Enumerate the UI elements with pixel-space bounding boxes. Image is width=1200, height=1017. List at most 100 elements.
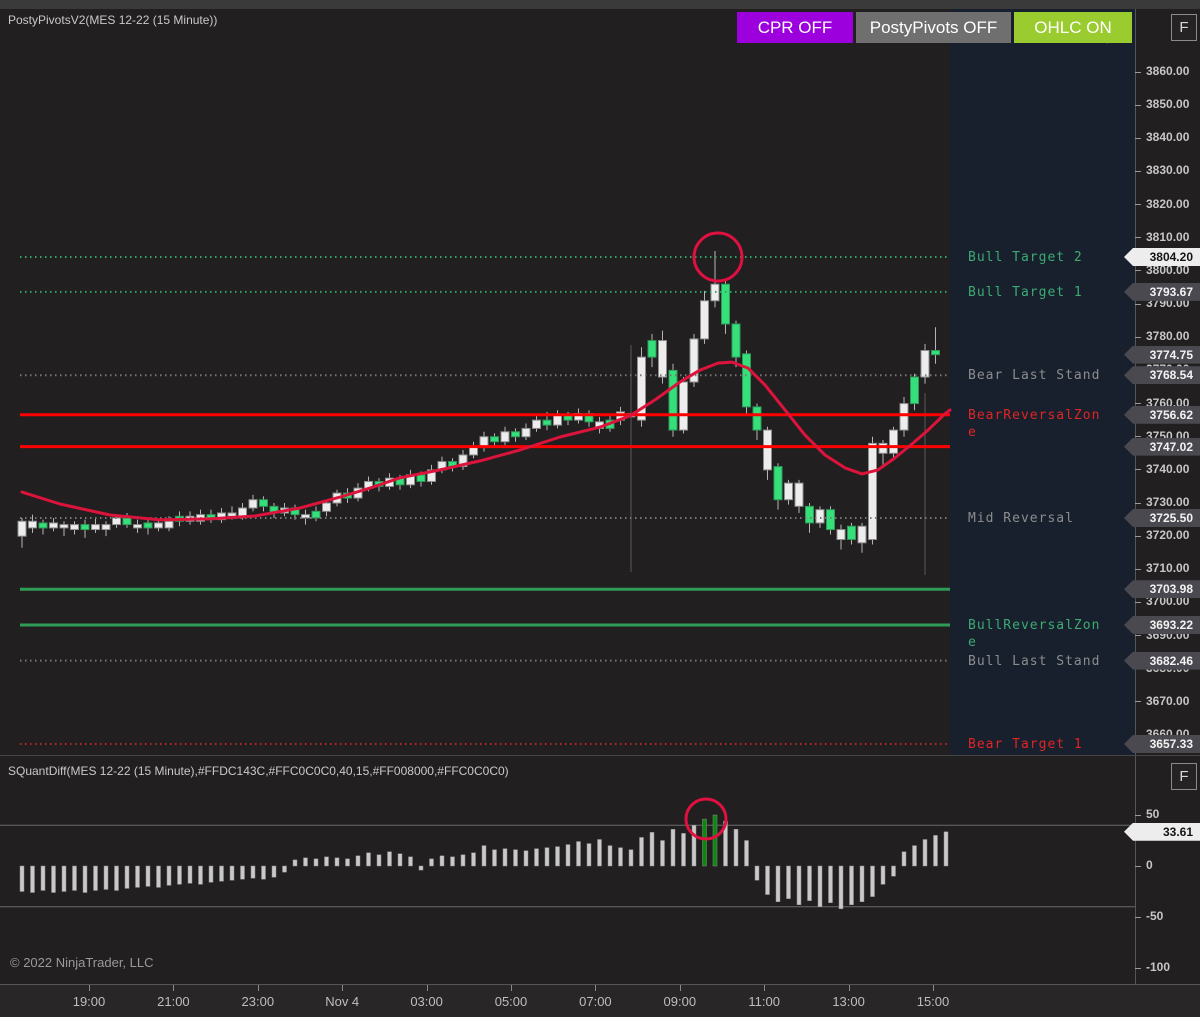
histogram-bar xyxy=(335,858,339,866)
histogram-bar xyxy=(472,853,476,866)
time-axis-label: 19:00 xyxy=(73,994,106,1009)
candlestick xyxy=(816,510,824,523)
histogram-bar xyxy=(545,848,549,866)
price-axis-tick xyxy=(1135,304,1141,305)
candlestick xyxy=(680,382,688,430)
toolbar-button-postypivots[interactable]: PostyPivots OFF xyxy=(856,12,1011,43)
pane-separator[interactable] xyxy=(0,755,1200,756)
histogram-bar xyxy=(797,866,801,905)
candlestick xyxy=(879,443,887,453)
indicator-axis-tick-label: -100 xyxy=(1146,960,1170,974)
histogram-bar xyxy=(419,866,423,870)
candlestick xyxy=(50,523,58,528)
candlestick xyxy=(869,443,877,539)
price-axis-tick-label: 3780.00 xyxy=(1146,329,1189,343)
histogram-bar xyxy=(902,852,906,866)
candlestick xyxy=(29,521,37,528)
time-axis-label: 21:00 xyxy=(157,994,190,1009)
chart-window: PostyPivotsV2(MES 12-22 (15 Minute)) ➔ F… xyxy=(0,0,1200,1017)
price-axis-tick xyxy=(1135,701,1141,702)
histogram-bar xyxy=(493,850,497,866)
level-label: Bull Last Stand xyxy=(968,653,1104,670)
histogram-bar xyxy=(262,866,266,879)
time-axis[interactable]: 19:0021:0023:00Nov 403:0005:0007:0009:00… xyxy=(0,984,1200,1017)
time-axis-label: 15:00 xyxy=(917,994,950,1009)
candlestick xyxy=(501,432,509,442)
histogram-bar xyxy=(20,866,24,892)
candlestick xyxy=(512,432,520,437)
candlestick xyxy=(701,301,709,339)
candlestick xyxy=(417,475,425,482)
histogram-bar xyxy=(650,832,654,866)
histogram-bar xyxy=(409,857,413,866)
histogram-bar xyxy=(881,866,885,884)
histogram-bar xyxy=(755,866,759,880)
candlestick xyxy=(18,521,26,536)
price-axis-tick xyxy=(1135,635,1141,636)
candlestick xyxy=(522,428,530,436)
candlestick xyxy=(911,377,919,404)
time-axis-tick xyxy=(849,985,850,991)
candlestick xyxy=(543,420,551,425)
histogram-bar xyxy=(73,866,77,890)
price-axis-tick xyxy=(1135,503,1141,504)
price-badge: 3657.33 xyxy=(1124,735,1200,753)
histogram-bar xyxy=(661,841,665,867)
price-axis-tick xyxy=(1135,436,1141,437)
price-axis-tick xyxy=(1135,569,1141,570)
histogram-bar xyxy=(619,848,623,866)
candlestick xyxy=(533,420,541,428)
candlestick xyxy=(858,526,866,543)
histogram-bar xyxy=(293,860,297,866)
level-label: BullReversalZone xyxy=(968,617,1104,651)
time-axis-label: Nov 4 xyxy=(325,994,359,1009)
indicator-axis-tick-label: 0 xyxy=(1146,858,1153,872)
candlestick xyxy=(323,503,331,511)
candlestick xyxy=(900,404,908,431)
time-axis-label: 13:00 xyxy=(832,994,865,1009)
candlestick xyxy=(827,510,835,530)
indicator-axis-tick-label: 50 xyxy=(1146,807,1159,821)
candlestick xyxy=(837,530,845,540)
candlestick xyxy=(123,518,131,525)
histogram-bar xyxy=(598,839,602,866)
histogram-bar xyxy=(178,866,182,884)
indicator-axis-tick-label: -50 xyxy=(1146,909,1163,923)
histogram-bar xyxy=(871,866,875,897)
histogram-bar xyxy=(251,866,255,878)
time-axis-label: 23:00 xyxy=(242,994,275,1009)
price-pane-title: PostyPivotsV2(MES 12-22 (15 Minute)) xyxy=(8,13,217,27)
time-axis-tick xyxy=(511,985,512,991)
histogram-bar xyxy=(608,846,612,866)
price-badge: 3774.75 xyxy=(1124,346,1200,364)
candlestick xyxy=(81,525,89,530)
time-axis-tick xyxy=(258,985,259,991)
histogram-bar xyxy=(157,866,161,887)
histogram-bar xyxy=(671,829,675,866)
histogram-bar xyxy=(356,856,360,866)
price-axis-tick-label: 3710.00 xyxy=(1146,561,1189,575)
price-axis-tick-label: 3830.00 xyxy=(1146,163,1189,177)
histogram-bar xyxy=(125,866,129,888)
histogram-bar xyxy=(566,845,570,866)
histogram-bar xyxy=(388,852,392,866)
indicator-pane-fullscreen-button[interactable]: F xyxy=(1171,763,1197,790)
candlestick xyxy=(890,430,898,453)
histogram-bar xyxy=(713,815,717,866)
candlestick xyxy=(659,341,667,377)
chart-canvas xyxy=(0,0,1135,1017)
price-pane-fullscreen-button[interactable]: F xyxy=(1171,14,1197,41)
histogram-bar xyxy=(482,846,486,866)
candlestick xyxy=(155,523,163,528)
toolbar-button-ohlc[interactable]: OHLC ON xyxy=(1014,12,1132,43)
histogram-bar xyxy=(640,837,644,866)
candlestick xyxy=(785,483,793,500)
price-axis-tick-label: 3820.00 xyxy=(1146,197,1189,211)
histogram-bar xyxy=(850,866,854,905)
toolbar-button-cpr[interactable]: CPR OFF xyxy=(737,12,853,43)
histogram-bar xyxy=(325,857,329,866)
price-badge: 3703.98 xyxy=(1124,580,1200,598)
price-axis-tick-label: 3840.00 xyxy=(1146,130,1189,144)
histogram-bar xyxy=(524,851,528,866)
level-label: Bull Target 1 xyxy=(968,284,1104,301)
